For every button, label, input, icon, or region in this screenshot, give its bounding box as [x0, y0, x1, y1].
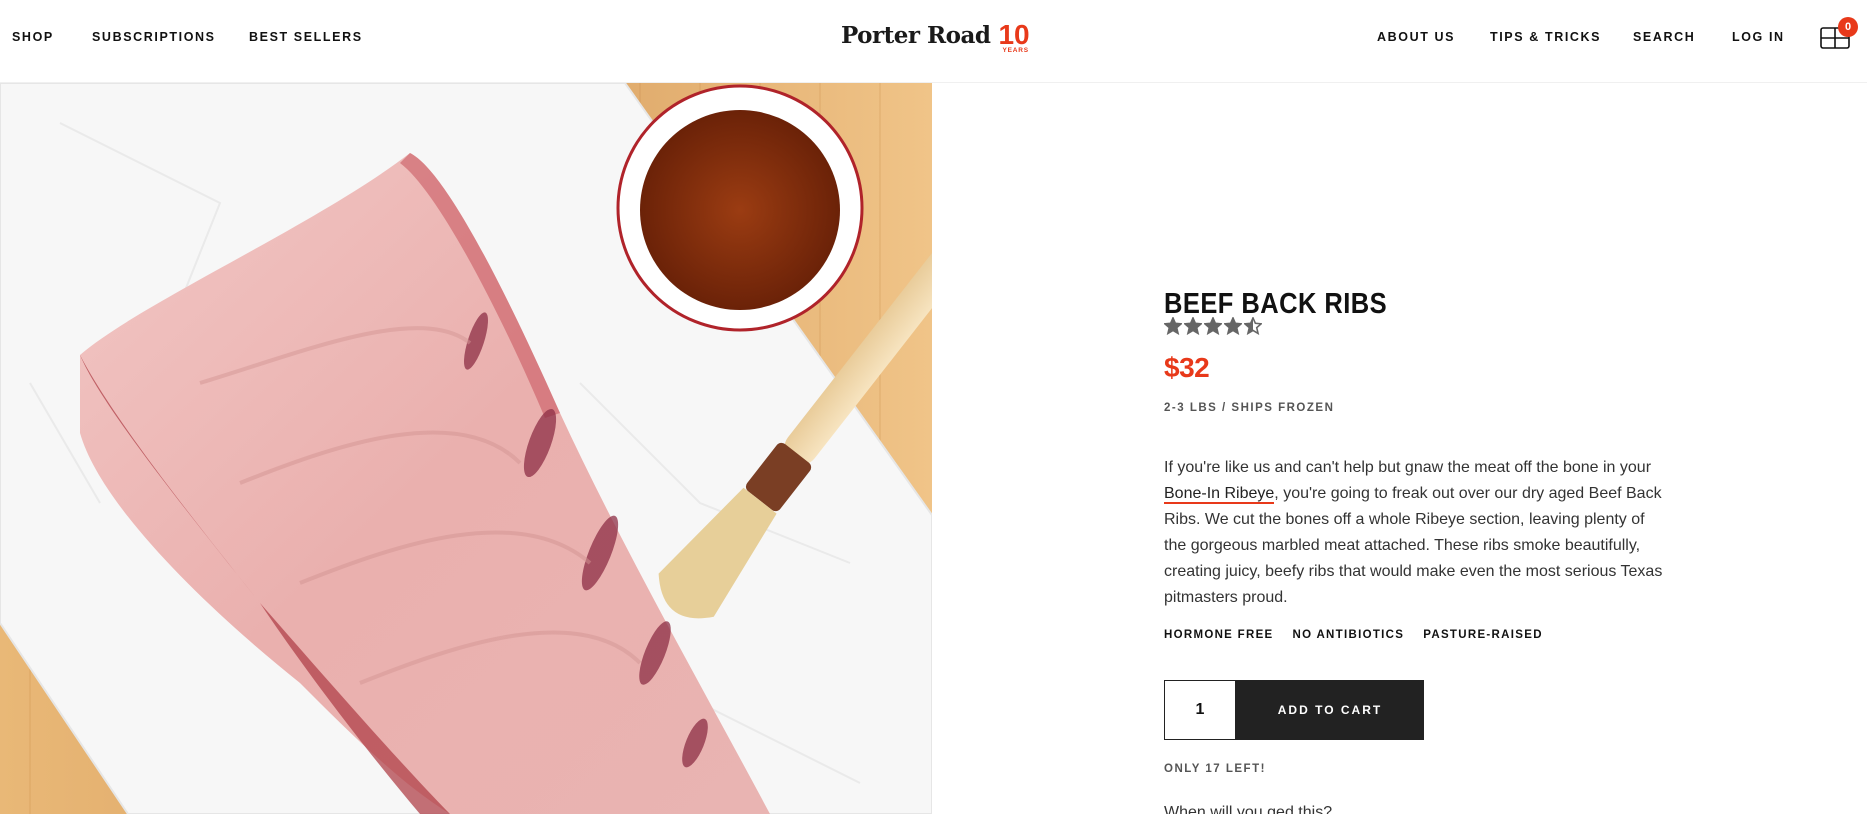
stock-notice: ONLY 17 LEFT!	[1164, 763, 1266, 775]
description-text-start: If you're like us and can't help but gna…	[1164, 459, 1652, 476]
cart-count-badge: 0	[1838, 17, 1858, 37]
logo-wordmark: Porter Road	[841, 22, 991, 49]
bone-in-ribeye-link[interactable]: Bone-In Ribeye	[1164, 485, 1275, 504]
product-description: If you're like us and can't help but gna…	[1164, 455, 1664, 611]
nav-about-us[interactable]: ABOUT US	[1377, 30, 1455, 44]
anniversary-number: 10	[998, 19, 1030, 50]
nav-log-in[interactable]: LOG IN	[1732, 30, 1785, 44]
star-full-icon	[1164, 317, 1182, 335]
nav-tips-tricks[interactable]: TIPS & TRICKS	[1490, 30, 1601, 44]
nav-best-sellers[interactable]: BEST SELLERS	[249, 30, 363, 44]
product-weight: 2-3 LBS / SHIPS FROZEN	[1164, 402, 1335, 414]
badge-pasture-raised: PASTURE-RAISED	[1423, 629, 1543, 641]
badge-no-antibiotics: NO ANTIBIOTICS	[1292, 629, 1405, 641]
anniversary-mark: 10 YEARS	[998, 20, 1032, 56]
product-photo	[0, 83, 932, 814]
product-badges: HORMONE FREE NO ANTIBIOTICS PASTURE-RAIS…	[1164, 629, 1543, 641]
star-half-icon	[1244, 317, 1262, 335]
product-price: $32	[1164, 352, 1210, 383]
anniversary-label: YEARS	[1002, 47, 1029, 54]
quantity-input[interactable]	[1164, 680, 1236, 740]
add-to-cart-button[interactable]: ADD TO CART	[1236, 680, 1424, 740]
nav-shop[interactable]: SHOP	[12, 30, 54, 44]
nav-subscriptions[interactable]: SUBSCRIPTIONS	[92, 30, 216, 44]
cart-button[interactable]: 0	[1819, 17, 1858, 52]
nav-search[interactable]: SEARCH	[1633, 30, 1695, 44]
star-full-icon	[1184, 317, 1202, 335]
product-image[interactable]	[0, 83, 932, 814]
star-full-icon	[1204, 317, 1222, 335]
site-header: SHOP SUBSCRIPTIONS BEST SELLERS Porter R…	[0, 0, 1867, 83]
rating-stars[interactable]	[1164, 317, 1262, 335]
delivery-question: When will you ged this?	[1164, 804, 1333, 814]
site-logo[interactable]: Porter Road 10 YEARS	[841, 20, 1032, 56]
star-full-icon	[1224, 317, 1242, 335]
badge-hormone-free: HORMONE FREE	[1164, 629, 1274, 641]
